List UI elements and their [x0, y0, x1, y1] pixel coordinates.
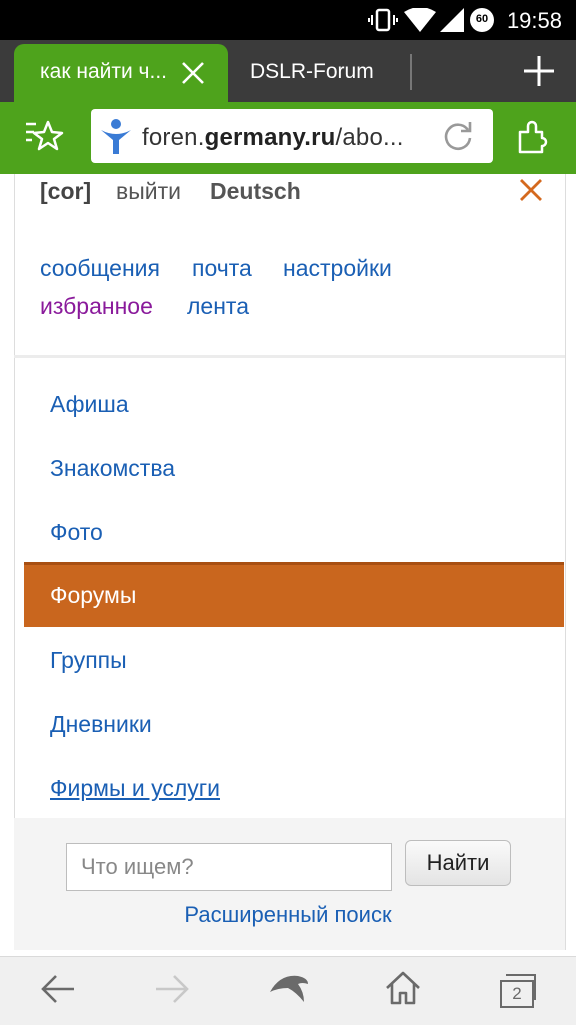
- search-input[interactable]: [66, 843, 392, 891]
- menu-item-label: Фирмы и услуги: [50, 775, 220, 801]
- menu-item-forums[interactable]: Форумы: [24, 562, 564, 627]
- battery-level: 60: [475, 13, 489, 25]
- advanced-search-link[interactable]: Расширенный поиск: [184, 902, 391, 927]
- tab-active[interactable]: как найти ч...: [14, 44, 228, 102]
- bookmark-star-icon[interactable]: [24, 118, 64, 154]
- favorites-link[interactable]: избранное: [40, 293, 153, 320]
- signal-icon: [440, 8, 464, 32]
- menu-item-dating[interactable]: Знакомства: [24, 438, 564, 500]
- battery-icon: 60: [470, 8, 494, 32]
- clock: 19:58: [506, 8, 562, 33]
- status-bar: 60 19:58: [0, 0, 576, 40]
- reload-icon[interactable]: [442, 120, 474, 152]
- menu-item-label: Дневники: [50, 711, 152, 737]
- url-suffix: /abo...: [335, 124, 404, 151]
- tab-title: как найти ч...: [40, 60, 167, 83]
- wifi-icon: [404, 8, 436, 32]
- tab-count: 2: [500, 980, 534, 1008]
- close-menu-icon[interactable]: [518, 177, 544, 203]
- advanced-search-wrapper: Расширенный поиск: [0, 902, 576, 928]
- menu-item-diaries[interactable]: Дневники: [24, 694, 564, 756]
- home-icon[interactable]: [384, 970, 422, 1006]
- forward-arrow-icon[interactable]: [154, 972, 190, 1006]
- tab-inactive[interactable]: DSLR-Forum: [250, 60, 374, 84]
- tabs-counter-icon[interactable]: 2: [500, 974, 536, 1008]
- extensions-icon[interactable]: [516, 118, 550, 154]
- new-tab-icon[interactable]: [522, 54, 556, 88]
- menu-item-label: Фото: [50, 519, 103, 545]
- menu-item-photo[interactable]: Фото: [24, 502, 564, 564]
- settings-link[interactable]: настройки: [283, 255, 392, 282]
- language-link[interactable]: Deutsch: [210, 178, 301, 205]
- menu-item-label: Знакомства: [50, 455, 176, 481]
- username[interactable]: [cor]: [40, 178, 91, 205]
- logout-link[interactable]: выйти: [116, 178, 181, 205]
- messages-link[interactable]: сообщения: [40, 255, 160, 282]
- url-text[interactable]: foren.germany.ru/abo...: [142, 124, 404, 152]
- back-arrow-icon[interactable]: [40, 972, 76, 1006]
- menu-item-groups[interactable]: Группы: [24, 630, 564, 692]
- close-tab-icon[interactable]: [180, 60, 206, 86]
- url-domain: germany.ru: [204, 124, 336, 151]
- menu-item-afisha[interactable]: Афиша: [24, 374, 564, 436]
- site-favicon-icon: [101, 119, 131, 154]
- menu-item-firms[interactable]: Фирмы и услуги: [24, 758, 564, 820]
- menu-item-label: Форумы: [50, 582, 137, 608]
- search-button[interactable]: Найти: [405, 840, 511, 886]
- tab-divider: [410, 54, 412, 90]
- mail-link[interactable]: почта: [192, 255, 252, 282]
- dolphin-menu-icon[interactable]: [268, 970, 310, 1006]
- menu-item-label: Афиша: [50, 391, 129, 417]
- section-divider: [14, 355, 565, 358]
- vibrate-icon: [368, 8, 398, 32]
- menu-item-label: Группы: [50, 647, 127, 673]
- feed-link[interactable]: лента: [187, 293, 249, 320]
- url-prefix: foren.: [142, 124, 205, 151]
